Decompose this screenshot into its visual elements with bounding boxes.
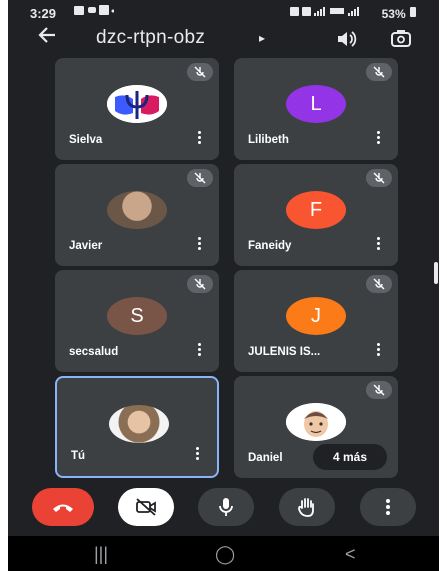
participant-name: Javier (69, 240, 103, 252)
android-nav-bar: ||| ◯ < (8, 536, 439, 571)
microphone-button[interactable] (198, 488, 254, 526)
participant-name: Lilibeth (248, 134, 289, 146)
participant-tile-lilibeth[interactable]: L Lilibeth (234, 58, 398, 160)
end-call-button[interactable] (32, 488, 94, 526)
camera-toggle-button[interactable] (118, 488, 174, 526)
tile-menu-icon[interactable] (198, 343, 202, 358)
mic-muted-badge (366, 381, 392, 399)
participant-name: secsalud (69, 346, 119, 358)
participant-name: Daniel (248, 452, 283, 464)
participant-name: Sielva (69, 134, 103, 146)
participant-name: Faneidy (248, 240, 292, 252)
avatar-memoji (286, 403, 346, 441)
avatar-initial: J (286, 297, 346, 335)
participant-tile-faneidy[interactable]: F Faneidy (234, 164, 398, 266)
mic-off-icon (194, 172, 206, 184)
avatar-initial: S (107, 297, 167, 335)
camera-off-icon (136, 498, 156, 516)
caret-right-icon[interactable]: ▸ (259, 31, 265, 45)
status-time: 3:29 (30, 6, 57, 21)
avatar-psi-logo (107, 85, 167, 123)
switch-camera-icon[interactable] (389, 27, 413, 51)
participant-tile-julenis[interactable]: J JULENIS IS... (234, 270, 398, 372)
tile-menu-icon[interactable] (196, 447, 200, 462)
raise-hand-button[interactable] (279, 488, 335, 526)
speaker-icon[interactable] (335, 28, 357, 50)
scrollbar-thumb[interactable] (434, 262, 438, 284)
mic-off-icon (373, 278, 385, 290)
mic-muted-badge (187, 63, 213, 81)
meeting-header: dzc-rtpn-obz ▸ (8, 24, 439, 54)
battery-icon (410, 7, 416, 17)
mic-off-icon (373, 384, 385, 396)
participant-name: Tú (71, 450, 86, 462)
tile-menu-icon[interactable] (377, 237, 381, 252)
mic-off-icon (373, 172, 385, 184)
mic-muted-badge (366, 275, 392, 293)
notification-icons (74, 5, 115, 20)
mic-muted-badge (187, 169, 213, 187)
mic-off-icon (194, 278, 206, 290)
participant-tile-sielva[interactable]: Sielva (55, 58, 219, 160)
participant-tile-javier[interactable]: Javier (55, 164, 219, 266)
notification-icons-svg (74, 5, 115, 15)
phone-screen: 3:29 53% dzc-rtpn-obz ▸ Sielva L Lilibet… (8, 0, 439, 571)
status-bar: 3:29 53% (8, 0, 439, 24)
participant-tile-self[interactable]: Tú (55, 376, 219, 478)
participant-name: JULENIS IS... (248, 346, 321, 358)
tile-menu-icon[interactable] (377, 343, 381, 358)
tile-menu-icon[interactable] (377, 131, 381, 146)
mic-off-icon (194, 66, 206, 78)
meeting-code[interactable]: dzc-rtpn-obz (96, 27, 205, 49)
mic-off-icon (373, 66, 385, 78)
tile-menu-icon[interactable] (198, 237, 202, 252)
avatar-initial: F (286, 191, 346, 229)
microphone-icon (219, 498, 233, 516)
home-button[interactable]: ◯ (215, 544, 235, 565)
participant-tile-daniel[interactable]: Daniel 4 más (234, 376, 398, 478)
more-options-button[interactable] (360, 488, 416, 526)
mic-muted-badge (187, 275, 213, 293)
participant-tile-secsalud[interactable]: S secsalud (55, 270, 219, 372)
avatar-initial: L (286, 85, 346, 123)
phone-hangup-icon (53, 504, 73, 512)
battery-percent: 53% (381, 7, 406, 21)
signal-wifi-icons (290, 7, 360, 16)
nav-back-button[interactable]: < (345, 544, 356, 565)
status-right: 53% (290, 6, 417, 21)
back-arrow-icon[interactable] (36, 24, 58, 53)
avatar-photo (107, 191, 167, 229)
raise-hand-icon (298, 498, 314, 517)
mic-muted-badge (366, 169, 392, 187)
psi-logo-icon (107, 85, 167, 123)
avatar-photo (109, 405, 169, 443)
recents-button[interactable]: ||| (94, 544, 108, 565)
more-participants-button[interactable]: 4 más (313, 444, 387, 470)
memoji-icon (286, 403, 346, 441)
tile-menu-icon[interactable] (198, 131, 202, 146)
more-options-icon (386, 499, 390, 515)
mic-muted-badge (366, 63, 392, 81)
